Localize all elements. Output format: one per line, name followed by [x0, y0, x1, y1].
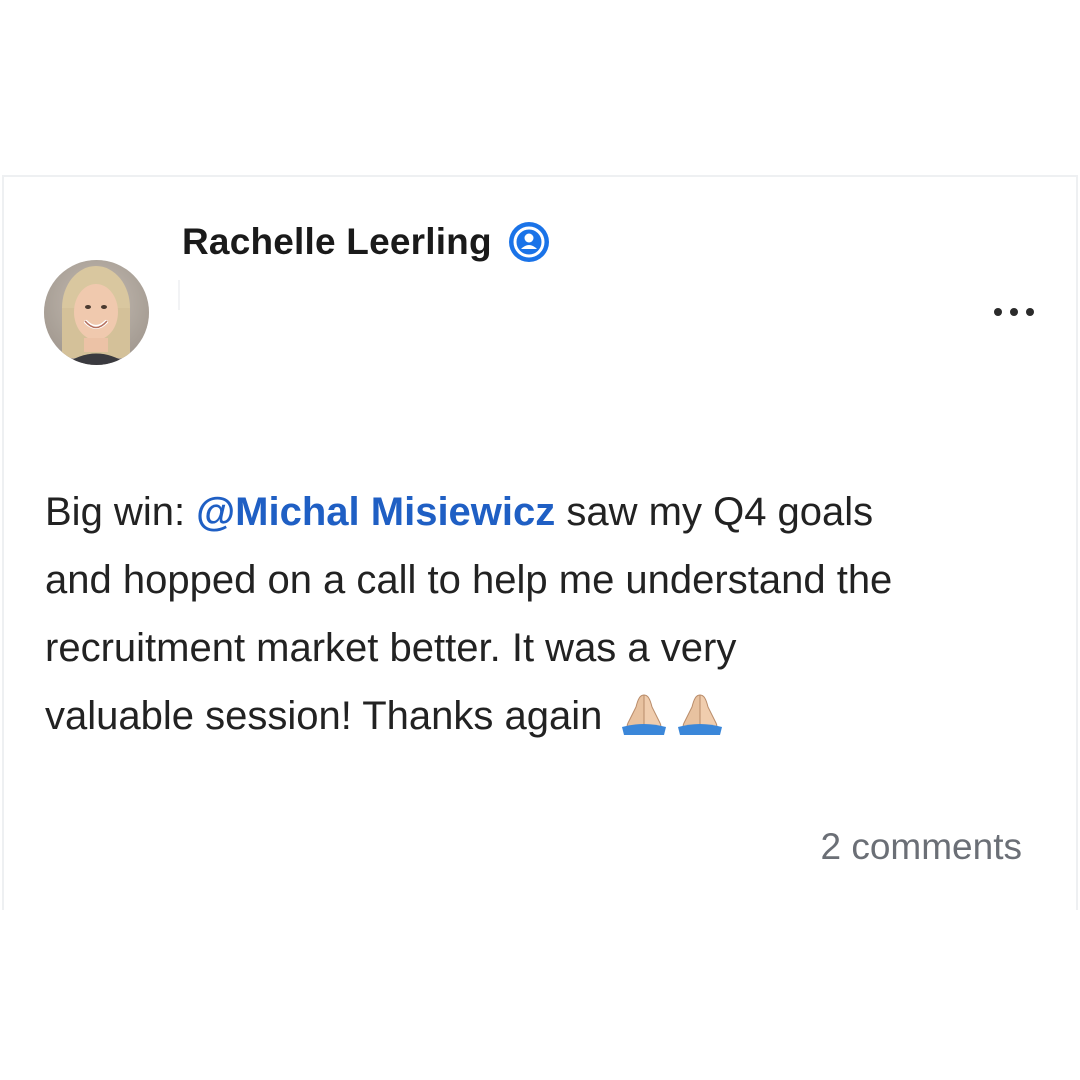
- more-horizontal-icon: [994, 308, 1002, 316]
- person-badge-icon: [508, 221, 550, 263]
- folded-hands-emoji: [616, 688, 728, 756]
- more-horizontal-icon: [1026, 308, 1034, 316]
- author-name[interactable]: Rachelle Leerling: [182, 221, 492, 263]
- page: Rachelle Leerling Big win: @Michal Misie…: [0, 0, 1080, 1080]
- comments-count-link[interactable]: 2 comments: [820, 826, 1022, 868]
- post-body: Big win: @Michal Misiewicz saw my Q4 goa…: [45, 478, 1055, 756]
- author-row: Rachelle Leerling: [182, 214, 550, 270]
- avatar[interactable]: [44, 260, 149, 365]
- post-line: valuable session! Thanks again: [45, 682, 1055, 756]
- post-text: valuable session! Thanks again: [45, 694, 614, 738]
- post-line: and hopped on a call to help me understa…: [45, 558, 893, 602]
- post-line: recruitment market better. It was a very: [45, 626, 737, 670]
- post-text: Big win:: [45, 490, 197, 534]
- more-options-button[interactable]: [990, 300, 1038, 324]
- more-horizontal-icon: [1010, 308, 1018, 316]
- post-text: saw my Q4 goals: [555, 490, 874, 534]
- subtitle-placeholder: [178, 280, 180, 310]
- avatar-image: [44, 260, 149, 365]
- mention-link[interactable]: @Michal Misiewicz: [196, 490, 555, 534]
- post-line: Big win: @Michal Misiewicz saw my Q4 goa…: [45, 478, 1055, 546]
